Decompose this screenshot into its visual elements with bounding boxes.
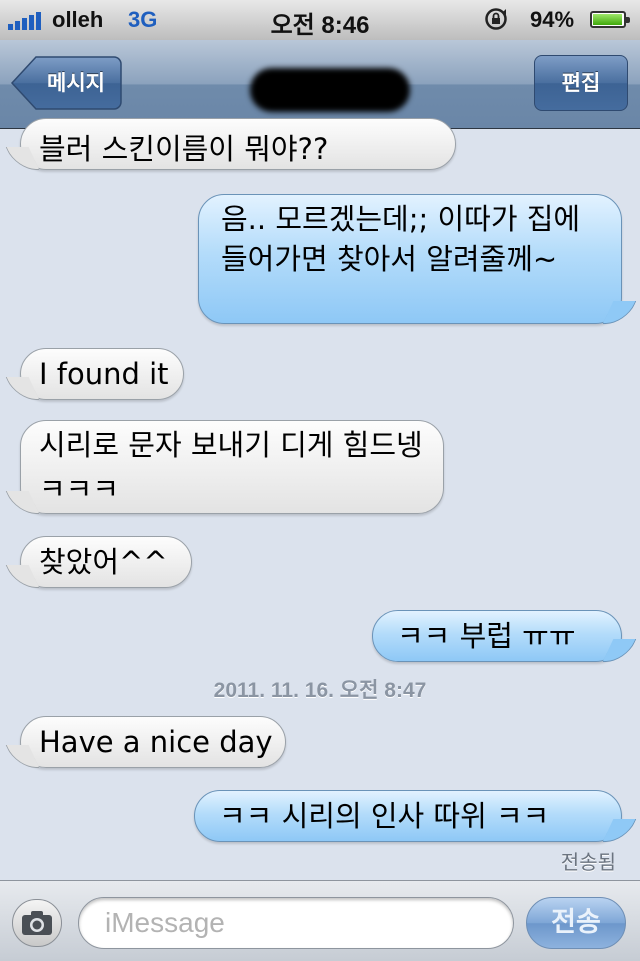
message-text: ㅋㅋ 시리의 인사 따위 ㅋㅋ <box>219 799 550 833</box>
message-bubble-received[interactable]: 블러 스킨이름이 뭐야?? <box>20 118 456 170</box>
message-text: 블러 스킨이름이 뭐야?? <box>39 132 329 166</box>
status-bar: olleh 3G 오전 8:46 94% <box>0 0 640 41</box>
edit-button[interactable]: 편집 <box>534 55 628 111</box>
camera-button[interactable] <box>12 899 62 947</box>
message-bubble-sent[interactable]: ㅋㅋ 부럽 ㅠㅠ <box>372 610 622 662</box>
back-button-messages[interactable]: 메시지 <box>10 55 122 111</box>
redacted-contact-name <box>250 68 410 112</box>
message-bubble-received[interactable]: Have a nice day <box>20 716 286 768</box>
message-bubble-sent[interactable]: ㅋㅋ 시리의 인사 따위 ㅋㅋ <box>194 790 622 842</box>
message-bubble-received[interactable]: 시리로 문자 보내기 디게 힘드넹ㅋㅋㅋ <box>20 420 444 514</box>
rotation-lock-icon <box>485 8 507 30</box>
send-button[interactable]: 전송 <box>526 897 626 949</box>
battery-percent: 94% <box>530 7 575 32</box>
message-text: I found it <box>39 357 169 391</box>
message-input[interactable]: iMessage <box>78 897 514 949</box>
message-text: 음.. 모르겠는데;; 이따가 집에 들어가면 찾아서 알려줄께~ <box>221 202 581 276</box>
navigation-bar: 메시지 편집 <box>0 40 640 129</box>
message-bubble-received[interactable]: I found it <box>20 348 184 400</box>
battery-icon <box>590 11 630 28</box>
message-text: 찾았어^^ <box>39 545 168 579</box>
delivered-status: 전송됨 <box>560 850 616 874</box>
back-button-label: 메시지 <box>47 71 105 95</box>
message-text: 시리로 문자 보내기 디게 힘드넹ㅋㅋㅋ <box>39 428 423 506</box>
message-text: Have a nice day <box>39 725 273 759</box>
message-text: ㅋㅋ 부럽 ㅠㅠ <box>397 619 576 653</box>
composer-bar: iMessage 전송 <box>0 880 640 961</box>
message-bubble-sent[interactable]: 음.. 모르겠는데;; 이따가 집에 들어가면 찾아서 알려줄께~ <box>198 194 622 324</box>
camera-icon <box>22 911 52 935</box>
message-timestamp: 2011. 11. 16. 오전 8:47 <box>213 679 427 702</box>
message-bubble-received[interactable]: 찾았어^^ <box>20 536 192 588</box>
